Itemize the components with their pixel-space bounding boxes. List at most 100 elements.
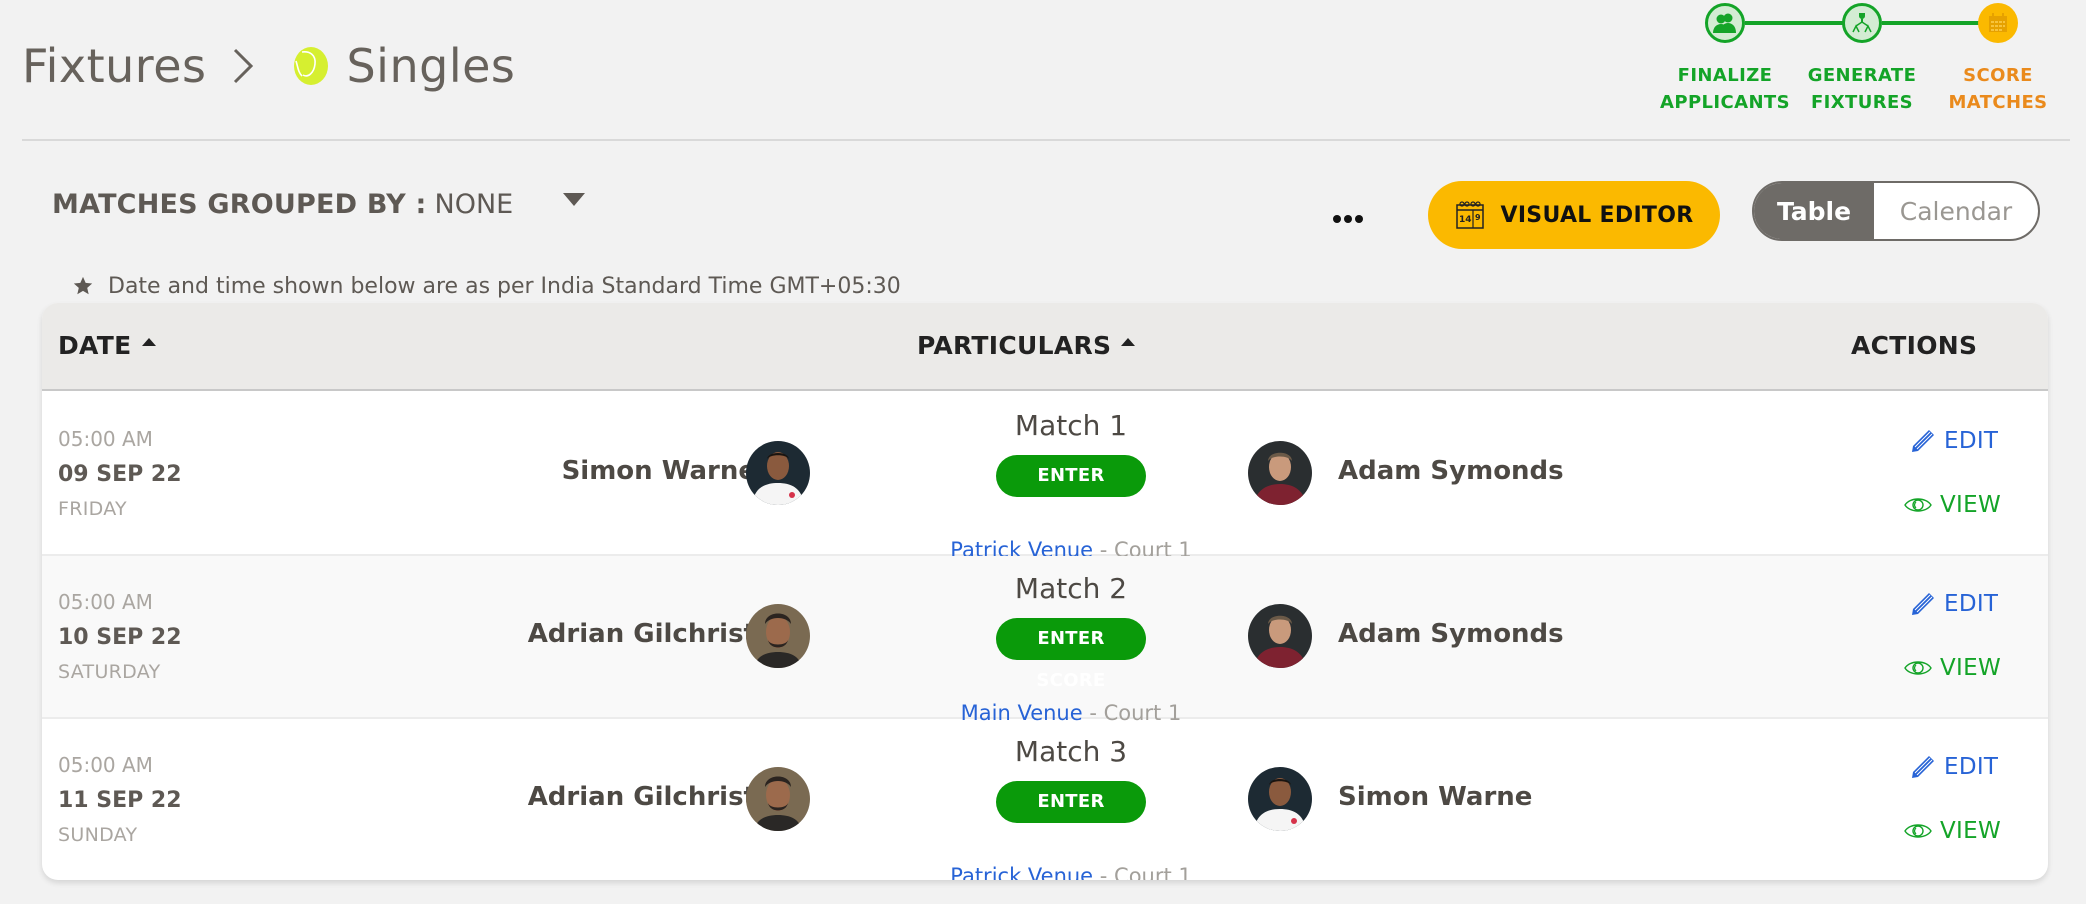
edit-label: EDIT [1944, 591, 1999, 617]
date-cell: 05:00 AM 10 SEP 22 SATURDAY [58, 584, 182, 688]
view-label: VIEW [1940, 655, 2001, 681]
match-title: Match 2 [1014, 572, 1128, 605]
svg-text:9: 9 [1475, 213, 1481, 222]
more-dots-icon [1344, 215, 1352, 223]
chevron-right-icon [234, 48, 254, 84]
view-button[interactable]: VIEW [1904, 650, 2012, 686]
visual-editor-button[interactable]: 14 9 VISUAL EDITOR [1428, 181, 1720, 249]
match-date: 09 SEP 22 [58, 462, 182, 487]
avatar-photo [1248, 767, 1312, 831]
step-generate-fixtures[interactable] [1842, 3, 1882, 43]
enter-score-button[interactable]: ENTER SCORE [996, 455, 1146, 528]
player-a-name[interactable]: Adrian Gilchrist [528, 619, 756, 649]
match-particulars: Match 2 ENTER SCORE Main Venue - Court 1 [871, 570, 1271, 728]
group-by-value: NONE [434, 188, 514, 220]
match-day: SUNDAY [58, 824, 138, 846]
svg-text:14: 14 [1459, 215, 1472, 225]
timezone-note-text: Date and time shown below are as per Ind… [108, 273, 901, 299]
player-b-name[interactable]: Simon Warne [1338, 782, 1532, 812]
player-b-name[interactable]: Adam Symonds [1338, 619, 1564, 649]
pencil-icon [1912, 430, 1934, 452]
view-toggle: Table Calendar [1752, 181, 2040, 241]
header-divider [22, 139, 2070, 141]
star-icon [73, 276, 93, 295]
caret-down-icon[interactable] [563, 192, 586, 206]
column-header-label: PARTICULARS [917, 331, 1112, 360]
pencil-icon [1912, 593, 1934, 615]
edit-button[interactable]: EDIT [1910, 586, 2012, 622]
match-title: Match 3 [1014, 735, 1128, 768]
match-particulars: Match 3 ENTER SCORE Patrick Venue - Cour… [871, 733, 1271, 880]
step-label-generate-fixtures: GENERATE FIXTURES [1787, 62, 1937, 116]
step-finalize-applicants[interactable] [1705, 3, 1745, 43]
column-header-label: ACTIONS [1851, 331, 1978, 360]
eye-icon [1904, 661, 1932, 675]
users-icon [1713, 13, 1736, 33]
match-title: Match 1 [1014, 409, 1128, 442]
column-header-particulars[interactable]: PARTICULARS [917, 331, 1136, 360]
avatar-photo [746, 604, 810, 668]
toggle-calendar[interactable]: Calendar [1874, 183, 2038, 239]
column-header-actions: ACTIONS [1851, 331, 1977, 360]
calendar-schedule-icon: 14 9 [1455, 201, 1484, 229]
step-label-score-matches: SCORE MATCHES [1923, 62, 2073, 116]
eye-icon [1904, 498, 1932, 512]
step-label-line: MATCHES [1948, 92, 2048, 113]
step-label-line: FIXTURES [1810, 92, 1914, 113]
table-row: 05:00 AM 10 SEP 22 SATURDAY Adrian Gilch… [42, 556, 2048, 725]
step-label-line: APPLICANTS [1660, 92, 1790, 113]
bracket-icon [1852, 13, 1872, 33]
group-by-dropdown[interactable]: MATCHES GROUPED BY : NONE [52, 184, 586, 224]
view-button[interactable]: VIEW [1904, 813, 2012, 849]
avatar-photo [1248, 604, 1312, 668]
date-cell: 05:00 AM 09 SEP 22 FRIDAY [58, 421, 182, 525]
match-particulars: Match 1 ENTER SCORE Patrick Venue - Cour… [871, 407, 1271, 565]
progress-stepper: FINALIZE APPLICANTS GENERATE FIXTURES SC… [1640, 0, 2086, 130]
step-label-finalize-applicants: FINALIZE APPLICANTS [1650, 62, 1800, 116]
step-label-line: FINALIZE [1677, 65, 1773, 86]
player-a-avatar[interactable] [746, 767, 810, 831]
more-dots-icon [1355, 215, 1363, 223]
edit-label: EDIT [1944, 754, 1999, 780]
pencil-icon [1912, 756, 1934, 778]
player-b-avatar[interactable] [1248, 441, 1312, 505]
venue-link[interactable]: Patrick Venue [950, 864, 1093, 880]
avatar-photo [1248, 441, 1312, 505]
player-a-name[interactable]: Adrian Gilchrist [528, 782, 756, 812]
edit-label: EDIT [1944, 428, 1999, 454]
enter-score-button[interactable]: ENTER SCORE [996, 781, 1146, 854]
sort-ascending-icon [141, 337, 156, 346]
step-score-matches[interactable] [1978, 3, 2018, 43]
match-day: FRIDAY [58, 498, 127, 520]
player-a-avatar[interactable] [746, 604, 810, 668]
player-b-avatar[interactable] [1248, 767, 1312, 831]
court-label: - Court 1 [1093, 864, 1192, 880]
row-actions: EDIT VIEW [1862, 586, 2012, 686]
enter-score-button[interactable]: ENTER SCORE [996, 618, 1146, 691]
player-b-avatar[interactable] [1248, 604, 1312, 668]
visual-editor-label: VISUAL EDITOR [1500, 202, 1694, 228]
avatar-photo [746, 767, 810, 831]
match-date: 11 SEP 22 [58, 788, 182, 813]
table-row: 05:00 AM 09 SEP 22 FRIDAY Simon Warne Ma… [42, 393, 2048, 562]
breadcrumb-root-link[interactable]: Fixtures [22, 39, 206, 93]
player-b-name[interactable]: Adam Symonds [1338, 456, 1564, 486]
date-cell: 05:00 AM 11 SEP 22 SUNDAY [58, 747, 182, 851]
more-options-button[interactable] [1328, 204, 1368, 234]
edit-button[interactable]: EDIT [1910, 423, 2012, 459]
edit-button[interactable]: EDIT [1910, 749, 2012, 785]
player-a-name[interactable]: Simon Warne [562, 456, 756, 486]
sort-ascending-icon [1121, 337, 1136, 346]
row-actions: EDIT VIEW [1862, 423, 2012, 523]
toggle-table[interactable]: Table [1754, 183, 1874, 239]
player-a-avatar[interactable] [746, 441, 810, 505]
table-header: DATE PARTICULARS ACTIONS [42, 303, 2048, 391]
view-button[interactable]: VIEW [1904, 487, 2012, 523]
row-actions: EDIT VIEW [1862, 749, 2012, 849]
more-dots-icon [1333, 215, 1341, 223]
match-day: SATURDAY [58, 661, 161, 683]
step-label-line: SCORE [1963, 65, 2033, 86]
match-time: 05:00 AM [58, 590, 153, 614]
calendar-icon [1989, 13, 2007, 32]
column-header-date[interactable]: DATE [58, 331, 156, 360]
